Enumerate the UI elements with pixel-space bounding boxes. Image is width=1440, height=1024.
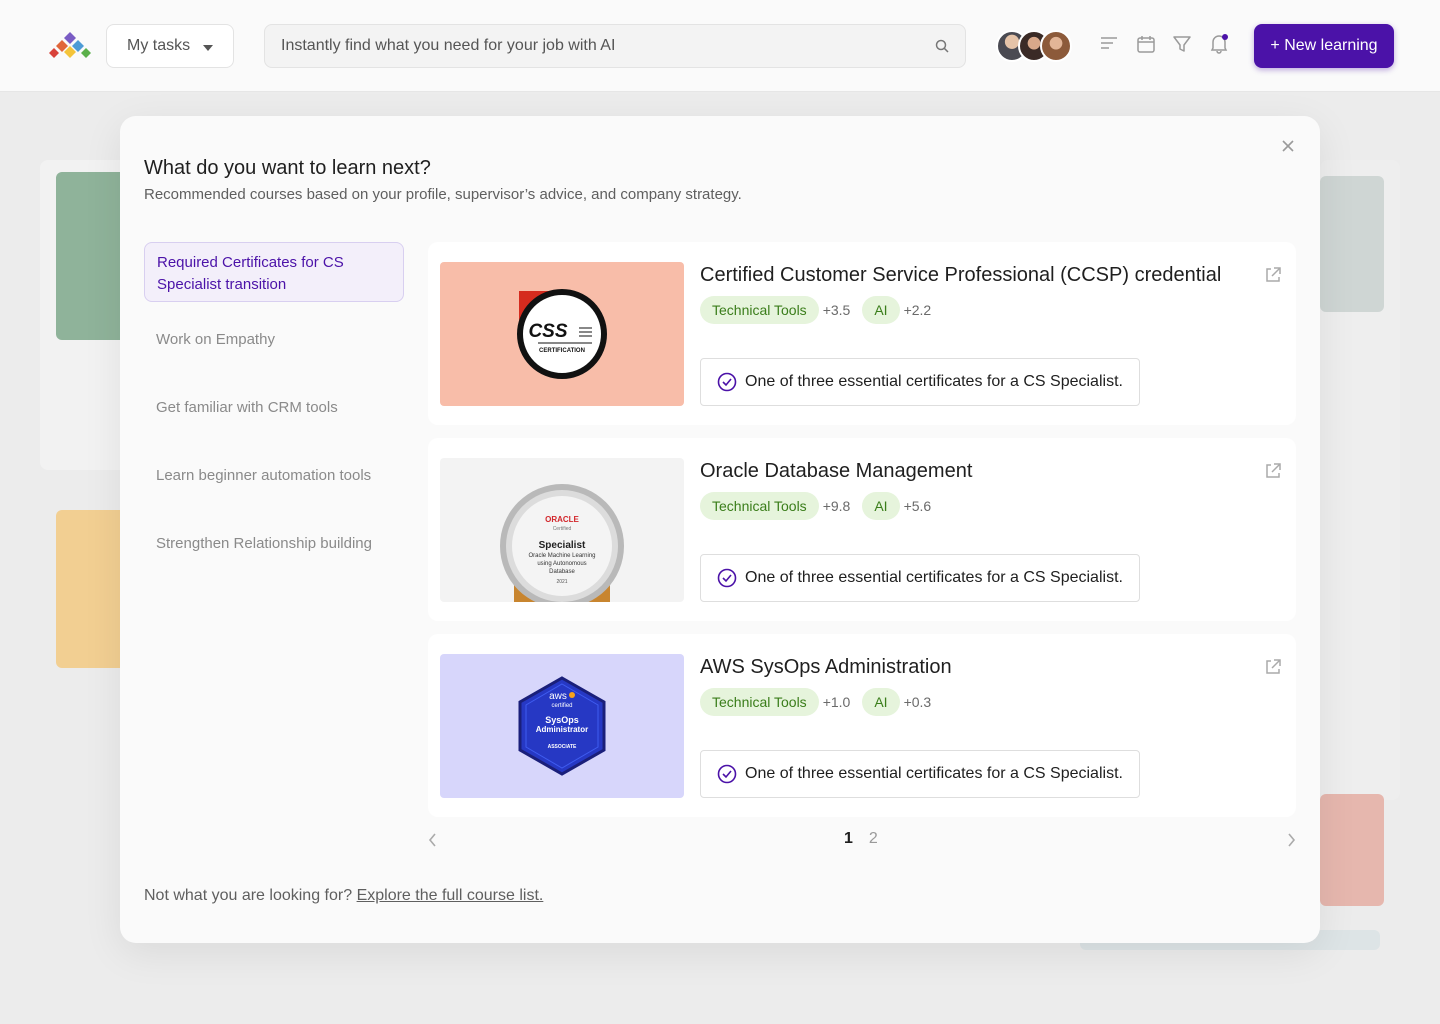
top-bar: My tasks Instantly find what you need fo… — [0, 0, 1440, 92]
avatar[interactable] — [1040, 30, 1072, 62]
skill-tag: Technical Tools — [700, 296, 819, 324]
chevron-down-icon — [203, 45, 213, 51]
skill-tag: Technical Tools — [700, 492, 819, 520]
skill-delta: +9.8 — [822, 498, 851, 514]
course-card[interactable]: ORACLE Certified Specialist Oracle Machi… — [428, 438, 1296, 621]
nav-item-label: Learn beginner automation tools — [156, 467, 372, 484]
skill-tag: AI — [862, 492, 900, 520]
calendar-icon[interactable] — [1136, 34, 1156, 54]
skill-tags: Technical Tools +1.0 AI +0.3 — [700, 688, 943, 716]
badge-line: Database — [549, 569, 575, 575]
check-circle-icon — [717, 568, 737, 588]
chevron-left-icon[interactable] — [428, 832, 438, 848]
background-thumbnail — [56, 172, 126, 340]
recommendation-note: One of three essential certificates for … — [700, 554, 1140, 602]
oracle-badge-icon: ORACLE Certified Specialist Oracle Machi… — [500, 484, 624, 602]
search-input[interactable]: Instantly find what you need for your jo… — [264, 24, 966, 68]
check-circle-icon — [717, 764, 737, 784]
nav-item-crm-tools[interactable]: Get familiar with CRM tools — [144, 378, 404, 438]
modal-footer: Not what you are looking for? Explore th… — [144, 887, 543, 905]
badge-brand: aws — [549, 691, 567, 702]
course-card[interactable]: aws certified SysOps Administrator ASSOC… — [428, 634, 1296, 817]
recommendation-note: One of three essential certificates for … — [700, 750, 1140, 798]
skill-delta: +2.2 — [903, 302, 932, 318]
my-tasks-dropdown[interactable]: My tasks — [106, 24, 234, 68]
filter-icon[interactable] — [1172, 34, 1192, 54]
recommendation-modal: What do you want to learn next? Recommen… — [120, 116, 1320, 943]
nav-item-label: Work on Empathy — [156, 331, 275, 348]
nav-item-label: Required Certificates for CS Specialist … — [157, 254, 344, 293]
background-thumbnail — [1320, 794, 1384, 906]
note-text: One of three essential certificates for … — [745, 765, 1123, 782]
skill-tags: Technical Tools +9.8 AI +5.6 — [700, 492, 943, 520]
nav-item-relationship-building[interactable]: Strengthen Relationship building — [144, 514, 404, 574]
skill-delta: +3.5 — [822, 302, 851, 318]
badge-level: ASSOCIATE — [548, 744, 577, 750]
skill-tag: AI — [862, 688, 900, 716]
nav-item-label: Get familiar with CRM tools — [156, 399, 338, 416]
sort-icon[interactable] — [1100, 34, 1118, 52]
skill-tag: Technical Tools — [700, 688, 819, 716]
course-title[interactable]: Certified Customer Service Professional … — [700, 264, 1221, 287]
new-learning-button[interactable]: + New learning — [1254, 24, 1394, 68]
ccsp-badge-icon: CSS CERTIFICATION — [517, 289, 607, 379]
search-icon[interactable] — [935, 39, 949, 53]
external-link-icon[interactable] — [1264, 462, 1282, 480]
modal-title: What do you want to learn next? — [144, 157, 431, 179]
note-text: One of three essential certificates for … — [745, 373, 1123, 390]
close-icon[interactable] — [1280, 138, 1296, 154]
footer-text: Not what you are looking for? — [144, 887, 353, 904]
note-text: One of three essential certificates for … — [745, 569, 1123, 586]
course-thumbnail: CSS CERTIFICATION — [440, 262, 684, 406]
badge-line: SysOps — [545, 715, 579, 725]
my-tasks-label: My tasks — [127, 37, 191, 54]
nav-item-label: Strengthen Relationship building — [156, 535, 372, 552]
badge-brand: CSS — [528, 321, 567, 342]
nav-item-automation-tools[interactable]: Learn beginner automation tools — [144, 446, 404, 506]
check-circle-icon — [717, 372, 737, 392]
aws-badge-icon: aws certified SysOps Administrator ASSOC… — [518, 676, 606, 776]
app-logo[interactable] — [46, 30, 94, 62]
skill-delta: +0.3 — [903, 694, 932, 710]
explore-courses-link[interactable]: Explore the full course list. — [357, 887, 544, 904]
course-thumbnail: ORACLE Certified Specialist Oracle Machi… — [440, 458, 684, 602]
search-placeholder: Instantly find what you need for your jo… — [281, 37, 616, 54]
course-card[interactable]: CSS CERTIFICATION Certified Customer Ser… — [428, 242, 1296, 425]
course-thumbnail: aws certified SysOps Administrator ASSOC… — [440, 654, 684, 798]
badge-sub: certified — [551, 703, 572, 709]
badge-caption: CERTIFICATION — [539, 348, 585, 354]
badge-role: Specialist — [539, 540, 586, 551]
background-thumbnail — [1320, 176, 1384, 312]
page-number[interactable]: 2 — [869, 830, 878, 848]
background-thumbnail — [56, 510, 126, 668]
badge-brand: ORACLE — [545, 515, 579, 524]
badge-line: Administrator — [536, 725, 588, 734]
nav-item-empathy[interactable]: Work on Empathy — [144, 310, 404, 370]
course-title[interactable]: Oracle Database Management — [700, 460, 972, 483]
external-link-icon[interactable] — [1264, 658, 1282, 676]
badge-line: using Autonomous — [537, 561, 586, 567]
course-title[interactable]: AWS SysOps Administration — [700, 656, 952, 679]
nav-item-required-certificates[interactable]: Required Certificates for CS Specialist … — [144, 242, 404, 302]
external-link-icon[interactable] — [1264, 266, 1282, 284]
page-numbers: 1 2 — [844, 830, 878, 848]
skill-tags: Technical Tools +3.5 AI +2.2 — [700, 296, 943, 324]
recommendation-note: One of three essential certificates for … — [700, 358, 1140, 406]
badge-line: Oracle Machine Learning — [528, 553, 595, 559]
pagination: 1 2 — [428, 828, 1296, 852]
skill-delta: +1.0 — [822, 694, 851, 710]
badge-sub: Certified — [553, 526, 572, 532]
skill-tag: AI — [862, 296, 900, 324]
bell-icon[interactable] — [1208, 32, 1230, 54]
page-number-current[interactable]: 1 — [844, 830, 853, 848]
chevron-right-icon[interactable] — [1286, 832, 1296, 848]
badge-year: 2021 — [556, 579, 567, 585]
modal-subtitle: Recommended courses based on your profil… — [144, 186, 742, 203]
team-avatars[interactable] — [996, 30, 1080, 62]
skill-delta: +5.6 — [903, 498, 932, 514]
goal-nav: Required Certificates for CS Specialist … — [144, 242, 404, 582]
